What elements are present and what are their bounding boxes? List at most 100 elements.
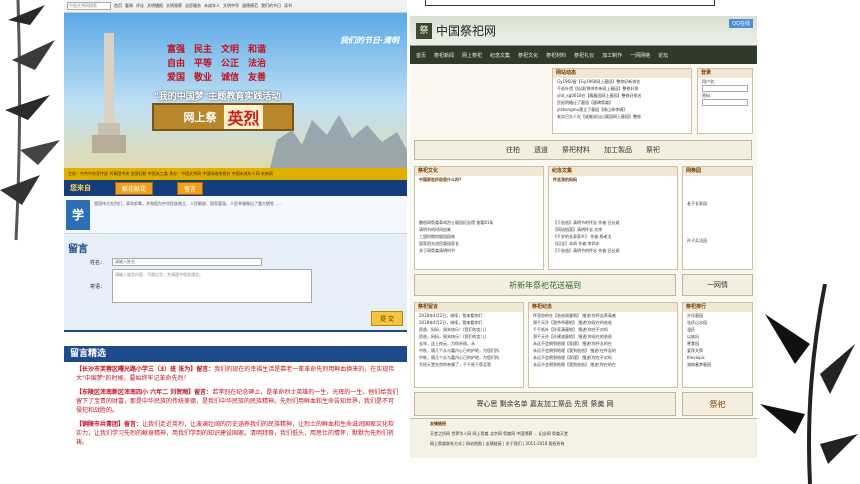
news-item[interactable]: yhd_xg0618在【殿殿园网上墓园】整修好排名 [553, 92, 691, 99]
culture-item[interactable]: 三国时期的颖园园林 [415, 233, 543, 240]
category-item[interactable]: 祭祀材料 [562, 145, 590, 155]
message-item[interactable]: 2018年4月2日，继续，我来看你们 [415, 312, 523, 319]
culture-item[interactable]: 清明节的时间由来 [415, 226, 543, 233]
pick-item: 【铜陵市共青团】留言：让我们走近英烈，让波澜壮阔的历史涵养我们的民族精神，让烈士… [64, 417, 407, 449]
learn-section: 学 我国伟大先烈们，革命前辈，共和国为中华民族独立、人民解放、国家富强、人民幸福… [64, 196, 407, 234]
message-item[interactable]: 中秋，隔几个从与嘉内心已的护地，为您们所 [415, 354, 523, 361]
menu-item[interactable]: 首页 [416, 52, 426, 59]
category-item[interactable]: 遗道 [534, 145, 548, 155]
menu-item[interactable]: 网上祭祀 [462, 52, 482, 59]
nav-link[interactable]: 志愿服务 [185, 3, 201, 9]
nav-link[interactable]: 道德模范 [242, 3, 258, 9]
ranking-item[interactable]: 许氏墓园 [683, 312, 752, 319]
news-item[interactable]: 千纸叶馆【仙境/将帅作伟网上墓园】整修好排 [553, 85, 691, 92]
qq-button[interactable]: QQ在线 [729, 19, 753, 28]
menu-item[interactable]: 论坛 [658, 52, 668, 59]
ranking-item[interactable]: 寒食园 [683, 340, 752, 347]
nav-link[interactable]: 评论 [136, 3, 144, 9]
category-item[interactable]: 加工製品 [604, 145, 632, 155]
nav-link[interactable]: 要闻 [125, 3, 133, 9]
message-item[interactable]: 愿爸，妈妈，周末快乐！(您们的女儿) [415, 333, 523, 340]
username-input[interactable] [702, 85, 748, 92]
nav-link[interactable]: 文明观察 [166, 3, 182, 9]
article-item[interactable]: 【干爸爸】清明节的怀念 作者:吕长斌 [549, 219, 677, 226]
ranking-item[interactable]: 爱拜文祭 [683, 347, 752, 354]
value-word: 公正 [221, 59, 240, 69]
message-form: 姓名： 请输入姓名 寄语： 请输入留言内容，不超过字，并请遵守相关规定。 [90, 258, 387, 328]
banner-strip[interactable]: 寄心思 剩余名单 嘉友加工祭品 先贤 祭奠 网 [414, 392, 676, 416]
ranking-item[interactable]: 张氏山水园 [683, 319, 752, 326]
memorial-item[interactable]: 永远不会倒到地理【我到爸爸】 细述(在怀念的 [529, 347, 677, 354]
culture-item[interactable]: 国家阳光进民颖园家长 [415, 240, 543, 247]
menu-item[interactable]: 纪念文集 [490, 52, 510, 59]
memorial-item[interactable]: 永远不会倒到地理【家理】 细述(你在不对吗 [529, 354, 677, 361]
nav-link[interactable]: 未成年人 [204, 3, 220, 9]
ranking-item[interactable]: 温氏 [683, 326, 752, 333]
culture-item[interactable]: 鹏程网祭奠革命烈士颖园纪念馆 查看81条 [415, 219, 543, 226]
footer-links[interactable]: 天堂之桥网 世界华人网 网上祭奠 北京网 祭奠网 中国殡葬 ... 纪念网 祭奠… [410, 429, 757, 439]
submit-button[interactable]: 提 交 [371, 311, 403, 326]
site-footer: 友情链接 天堂之桥网 世界华人网 网上祭奠 北京网 祭奠网 中国殡葬 ... 纪… [410, 418, 757, 458]
culture-item[interactable]: 关于网祭奠清明时节 [415, 247, 543, 254]
message-item[interactable]: 2018年4月2日，继续，我来看你们 [415, 319, 523, 326]
memorial-item[interactable]: 永远不会倒到地理【我到爸爸】 细述(你在的在 [529, 361, 677, 368]
news-item[interactable]: Gy1960留【Gy1960网上墓园】整修好新排名 [553, 78, 691, 85]
article-item[interactable]: 【网站档案】清明怀念 文库 [549, 226, 677, 233]
content-textarea[interactable]: 请输入留言内容，不超过字，并请遵守相关规定。 [112, 269, 312, 303]
ranking-panel: 祭祀排行 许氏墓园 张氏山水园 温氏 以族风 寒食园 爱拜文祭 Kleviopi… [682, 302, 753, 388]
nav-link[interactable]: 我们的节日 [261, 3, 281, 9]
memorial-item[interactable]: 怀悲你的在【爸爸周墓地】 细述(你怀念养高感 [529, 312, 677, 319]
ranking-item[interactable]: Kleviopic [683, 354, 752, 361]
seal-strip[interactable]: 祭祀 [682, 392, 753, 416]
articles-panel: 纪念文集 怀念我的妈妈 【干爸爸】清明节的怀念 作者:吕长斌 【网站档案】清明怀… [548, 166, 678, 270]
article-item[interactable]: 【千岁的长寿家乡】 作者:杨老太 [549, 233, 677, 240]
garden-item[interactable]: 孙子兵法园 [683, 237, 752, 244]
flower-button[interactable]: 献花献花 [115, 181, 154, 195]
picks-section: 留言精选 【长沙市芙蓉区曙光路小学三（3）班 张为】留言：我们的现在的幸福生活是… [64, 346, 407, 484]
bamboo-decoration-left [0, 0, 60, 241]
menu-item[interactable]: 祭祀新闻 [434, 52, 454, 59]
promo-strip[interactable]: 祈新年祭祀花送福到 [414, 274, 676, 296]
message-item[interactable]: 去年，这上祥云，为你祈祷，永 [415, 340, 523, 347]
message-item[interactable]: 写给天堂先宗的亲属了，千千纸干祭品等 [415, 361, 523, 368]
message-item[interactable]: 中秋，隔几个从与嘉内心已的护地，为您们所 [415, 347, 523, 354]
menu-item[interactable]: 祭祀文化 [518, 52, 538, 59]
learn-badge: 学 [66, 200, 90, 230]
garden-item[interactable]: 老子长寿园 [683, 200, 752, 207]
category-item[interactable]: 祭祀 [646, 145, 660, 155]
ranking-item[interactable]: 以族风 [683, 333, 752, 340]
message-item[interactable]: 愿爸，妈妈，周末快乐！(您们的女儿) [415, 326, 523, 333]
password-input[interactable] [702, 99, 748, 106]
news-item[interactable]: 民俗阴婚让了墓园【墓碑祭奠】 [553, 99, 691, 106]
menu-item[interactable]: 一网网络 [630, 52, 650, 59]
holiday-label: 我们的节日·清明 [339, 36, 399, 45]
memorial-item[interactable]: 郑千天孙【孙建波墓地】 细述(你现在的爸爸 [529, 333, 677, 340]
category-item[interactable]: 往柏 [506, 145, 520, 155]
left-website-screenshot: 中国文明网搜索 首页 要闻 评论 文明播报 文明观察 志愿服务 未成年人 文明中… [64, 0, 407, 484]
search-input[interactable]: 中国文明网搜索 [67, 2, 111, 10]
nav-link[interactable]: 文明中华 [223, 3, 239, 9]
name-input[interactable]: 请输入姓名 [112, 258, 262, 266]
menu-item[interactable]: 加工制作 [602, 52, 622, 59]
menu-item[interactable]: 祭祀礼仪 [574, 52, 594, 59]
ranking-item[interactable]: 湖南春梦墓园 [683, 361, 752, 368]
nav-link[interactable]: 读书 [284, 3, 292, 9]
memorial-item[interactable]: 千千纸叶【孙家清墓地】 细述(你在不对吗 [529, 326, 677, 333]
nav-link[interactable]: 文明播报 [147, 3, 163, 9]
articles-headline[interactable]: 怀念我的妈妈 [549, 176, 677, 183]
culture-headline[interactable]: 中国那些民俗是什么的? [415, 176, 543, 183]
network-strip[interactable]: 一网情 [682, 274, 753, 296]
value-word: 文明 [221, 45, 240, 55]
nav-link[interactable]: 首页 [114, 3, 122, 9]
value-word: 和谐 [248, 45, 267, 55]
memorial-item[interactable]: 郑千天孙【我爷爷墓地】 细述(你现在的爸爸 [529, 319, 677, 326]
message-button[interactable]: 留言 [177, 181, 204, 195]
login-panel: 登录 用户名： 密码： [697, 68, 753, 134]
memorial-item[interactable]: 永远不会倒到地理【家理】 细述(你怀念的在 [529, 340, 677, 347]
article-item[interactable]: 【纪念】本网 作者:李四丰 [549, 240, 677, 247]
news-item[interactable]: ylzhongmu建立了墓园【周山林李娟】 [553, 106, 691, 113]
messages-title: 祭祀留言 [415, 303, 523, 312]
news-item[interactable]: 老实巴交人在【谁能说出山颖园网上墓园】整修 [553, 113, 691, 120]
article-item[interactable]: 【干爸爸】清明节的怀念 作者:吕长斌 [549, 247, 677, 254]
menu-item[interactable]: 祭祀材料 [546, 52, 566, 59]
